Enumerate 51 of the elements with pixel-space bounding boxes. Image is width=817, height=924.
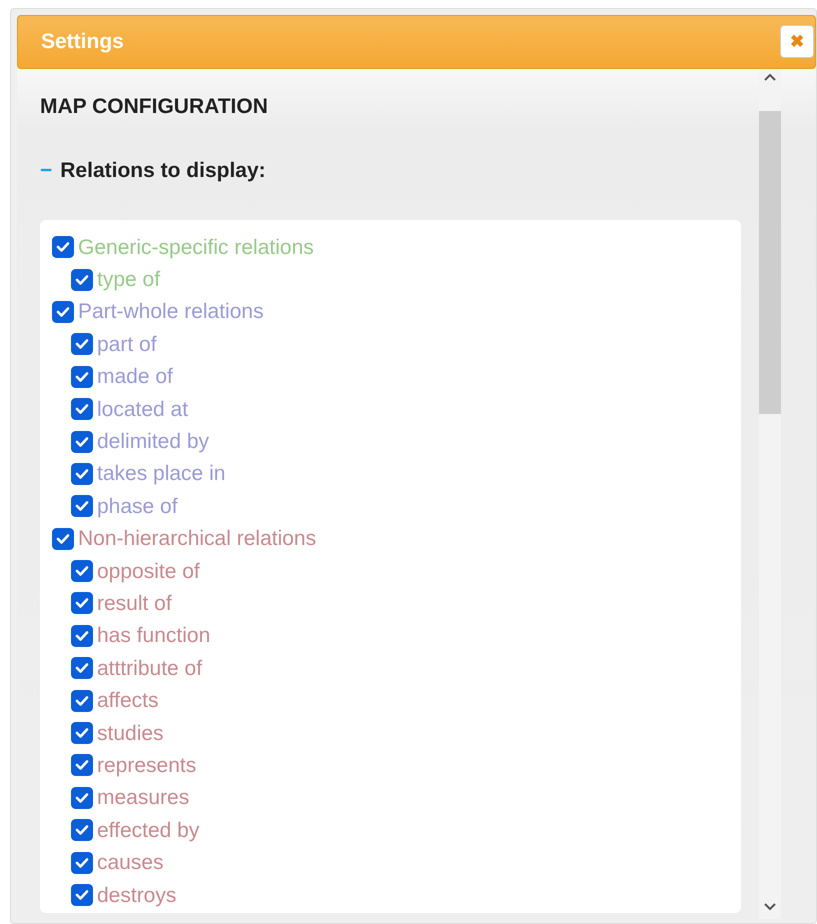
relation-label[interactable]: located at [97, 398, 188, 420]
checkbox[interactable] [71, 722, 93, 744]
checkbox[interactable] [71, 366, 93, 388]
relation-label[interactable]: represents [97, 754, 196, 776]
checkbox[interactable] [71, 786, 93, 809]
checkbox[interactable] [71, 592, 93, 614]
relation-group-label[interactable]: Part-whole relations [78, 301, 264, 322]
relation-label[interactable]: takes place in [97, 463, 226, 484]
relation-label[interactable]: part of [97, 334, 157, 355]
section-subtitle: Relations to display: [60, 158, 266, 184]
relation-label[interactable]: phase of [97, 496, 178, 517]
checkbox[interactable] [52, 300, 74, 323]
checkbox[interactable] [71, 560, 93, 582]
checkbox[interactable] [71, 657, 93, 680]
checkbox[interactable] [52, 236, 74, 258]
checkbox[interactable] [71, 495, 93, 518]
close-button[interactable]: ✖ [780, 25, 814, 58]
checkbox[interactable] [71, 852, 93, 874]
dialog-title: Settings [41, 29, 124, 56]
checkbox[interactable] [52, 528, 74, 550]
relation-label[interactable]: studies [97, 722, 164, 744]
scroll-down-icon[interactable] [764, 903, 776, 911]
relation-label[interactable]: affects [97, 690, 158, 712]
relation-label[interactable]: type of [97, 269, 160, 290]
scroll-thumb[interactable] [759, 111, 781, 414]
checkbox[interactable] [71, 819, 93, 842]
checkbox[interactable] [71, 398, 93, 420]
relation-group-label[interactable]: Generic-specific relations [78, 236, 314, 258]
checkbox[interactable] [71, 884, 93, 906]
relation-label[interactable]: made of [97, 366, 173, 388]
checkbox[interactable] [71, 754, 93, 776]
relation-label[interactable]: opposite of [97, 560, 200, 582]
checkbox[interactable] [71, 333, 93, 356]
relation-label[interactable]: causes [97, 852, 164, 874]
scroll-up-icon[interactable] [764, 73, 776, 81]
checkbox[interactable] [71, 268, 93, 291]
scrollbar[interactable] [759, 69, 781, 919]
relation-group-label[interactable]: Non-hierarchical relations [78, 528, 316, 550]
relation-label[interactable]: delimited by [97, 431, 210, 452]
collapse-toggle[interactable]: − [40, 154, 52, 186]
section-title: MAP CONFIGURATION [40, 94, 269, 120]
relation-label[interactable]: effected by [97, 820, 200, 841]
relation-label[interactable]: destroys [97, 884, 176, 906]
checkbox[interactable] [71, 624, 93, 647]
relation-label[interactable]: measures [97, 787, 190, 808]
relation-label[interactable]: result of [97, 592, 172, 614]
relation-label[interactable]: atttribute of [97, 658, 202, 679]
checkbox[interactable] [71, 462, 93, 485]
checkbox[interactable] [71, 690, 93, 712]
relation-label[interactable]: has function [97, 625, 210, 646]
checkbox[interactable] [71, 430, 93, 453]
